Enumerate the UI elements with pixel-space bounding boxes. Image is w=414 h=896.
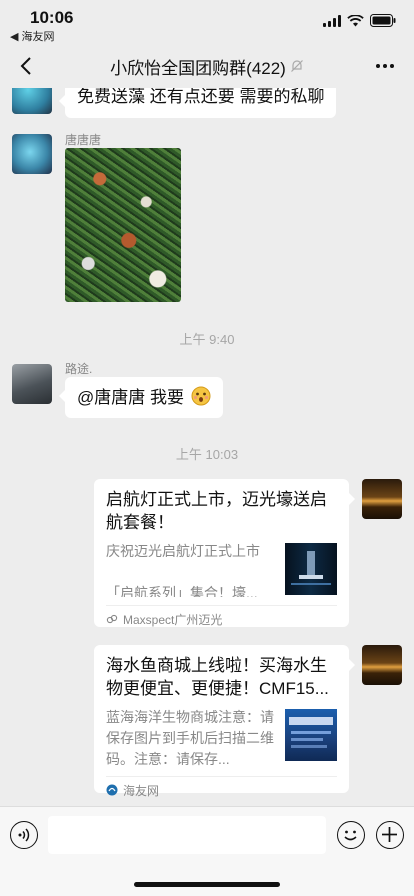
plus-icon — [382, 827, 397, 842]
avatar[interactable] — [12, 88, 52, 114]
card-thumbnail — [285, 708, 337, 761]
card-title: 启航灯正式上市，迈光壕送启航套餐！ — [106, 490, 327, 532]
message-image[interactable] — [65, 148, 181, 302]
banner-image — [289, 716, 333, 748]
sender-name: 唐唐唐 — [65, 133, 102, 147]
message-bubble-text[interactable]: @唐唐唐 我要 — [59, 377, 223, 419]
avatar[interactable] — [12, 134, 52, 174]
timestamp: 上午 9:40 — [179, 332, 235, 347]
battery-icon — [370, 14, 396, 27]
message-bubble-text[interactable]: 免费送藻 还有点还要 需要的私聊 — [58, 88, 337, 118]
link-card[interactable]: 启航灯正式上市，迈光壕送启航套餐！ 庆祝迈光启航灯正式上市 「启航系列」集合！壕… — [94, 479, 355, 627]
card-source-name: Maxspect广州迈光 — [123, 612, 223, 627]
status-time: 10:06 — [30, 8, 74, 27]
smiley-icon — [344, 830, 357, 841]
message-input[interactable] — [48, 816, 326, 854]
message-text: @唐唐唐 我要 — [77, 388, 184, 407]
timestamp: 上午 10:03 — [175, 447, 239, 462]
card-title: 海水鱼商城上线啦！买海水生物更便宜、更便捷！CMF15... — [106, 656, 329, 698]
more-options-button[interactable] — [370, 52, 400, 80]
avatar[interactable] — [362, 479, 402, 519]
mini-program-icon — [106, 615, 118, 624]
chat-title: 小欣怡全国团购群(422) — [110, 54, 304, 79]
card-source: 海友网 — [106, 775, 337, 804]
wifi-icon — [347, 14, 364, 26]
product-lamp-image — [291, 550, 331, 585]
message-list[interactable]: 免费送藻 还有点还要 需要的私聊 唐唐唐 上午 9:40 路途. @唐唐唐 我要… — [0, 88, 414, 806]
emoji-button[interactable] — [337, 821, 365, 849]
status-bar: 10:06 ◀ 海友网 — [0, 0, 414, 44]
site-logo-icon — [106, 784, 118, 796]
card-description: 蓝海海洋生物商城注意：请保存图片到手机后扫描二维码。注意：请保存... — [106, 708, 274, 767]
cellular-signal-icon — [323, 14, 341, 27]
back-to-app-link[interactable]: ◀ 海友网 — [10, 28, 55, 44]
emoji-icon — [191, 386, 211, 406]
back-button[interactable] — [12, 52, 40, 80]
card-source: Maxspect广州迈光 — [106, 604, 337, 633]
chevron-left-icon — [20, 57, 31, 75]
link-card[interactable]: 海水鱼商城上线啦！买海水生物更便宜、更便捷！CMF15... 蓝海海洋生物商城注… — [94, 645, 355, 798]
chat-header: 小欣怡全国团购群(422) — [0, 44, 414, 88]
avatar[interactable] — [362, 645, 402, 685]
mute-bell-icon — [290, 60, 303, 72]
card-body: 蓝海海洋生物商城注意：请保存图片到手机后扫描二维码。注意：请保存... — [106, 707, 337, 770]
sender-name: 路途. — [65, 362, 93, 376]
voice-icon — [18, 828, 30, 842]
home-indicator — [134, 882, 280, 887]
card-thumbnail — [285, 542, 337, 595]
card-source-name: 海友网 — [123, 783, 160, 798]
avatar[interactable] — [12, 364, 52, 404]
more-actions-button[interactable] — [376, 821, 404, 849]
chat-title-text: 小欣怡全国团购群(422) — [110, 58, 286, 78]
voice-input-button[interactable] — [10, 821, 38, 849]
status-icons — [323, 14, 396, 27]
card-description: 庆祝迈光启航灯正式上市 「启航系列」集合！壕... — [106, 542, 260, 597]
message-text: 免费送藻 还有点还要 需要的私聊 — [77, 88, 325, 106]
card-body: 庆祝迈光启航灯正式上市 「启航系列」集合！壕... — [106, 541, 337, 597]
